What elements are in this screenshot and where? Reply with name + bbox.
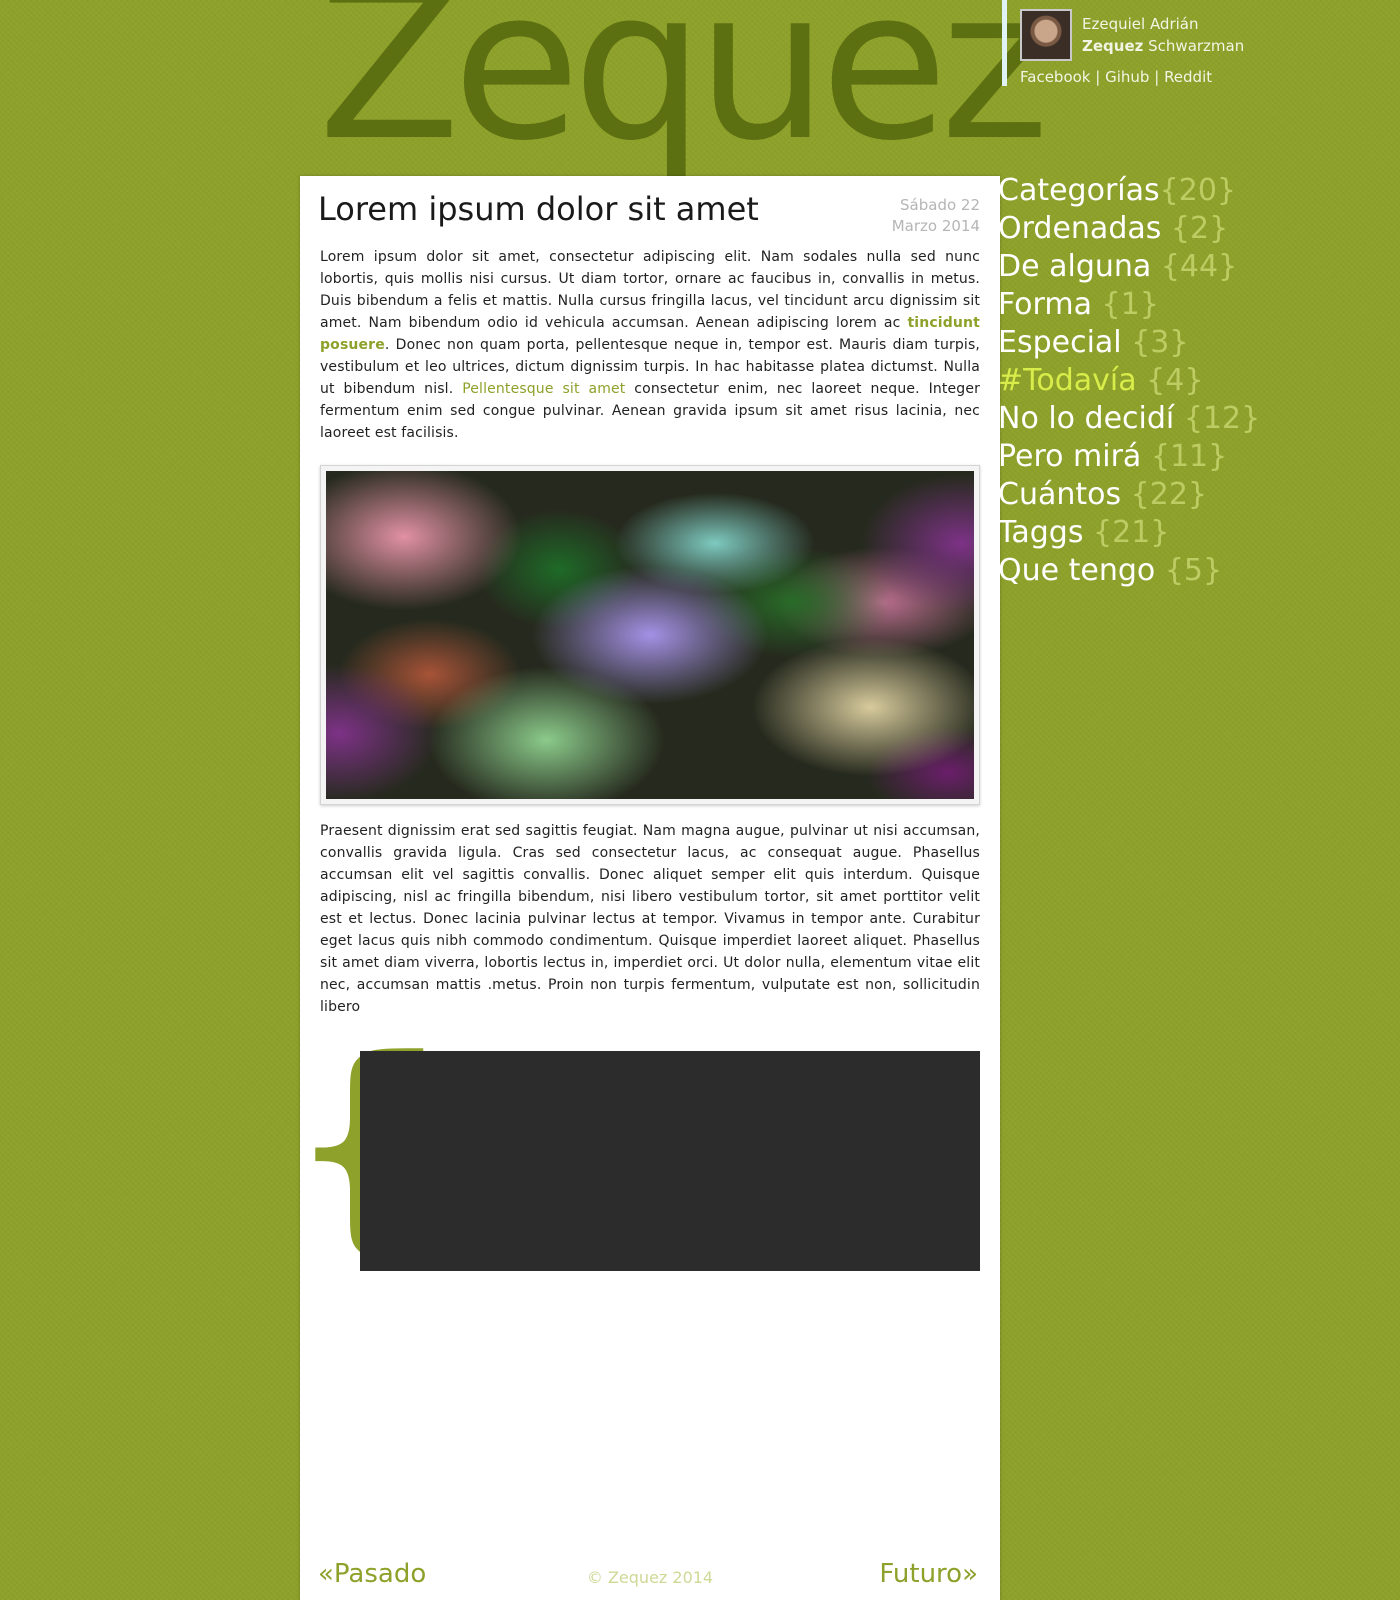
category-list: Categorías{20} Ordenadas {2} De alguna {… <box>998 172 1260 590</box>
inline-link[interactable]: Pellentesque sit amet <box>462 381 625 397</box>
category-item[interactable]: Que tengo {5} <box>998 552 1260 590</box>
category-label: Ordenadas <box>998 211 1162 246</box>
post-title[interactable]: Lorem ipsum dolor sit amet <box>318 190 759 228</box>
category-item[interactable]: Taggs {21} <box>998 514 1260 552</box>
category-item[interactable]: Categorías{20} <box>998 172 1260 210</box>
category-count: {21} <box>1093 515 1170 550</box>
profile-card: Ezequiel Adrián Zequez Schwarzman Facebo… <box>1002 0 1282 86</box>
profile-full-nick: Zequez Schwarzman <box>1082 35 1244 57</box>
profile-name: Ezequiel Adrián Zequez Schwarzman <box>1082 13 1244 57</box>
category-item-active[interactable]: #Todavía {4} <box>998 362 1260 400</box>
category-item[interactable]: Especial {3} <box>998 324 1260 362</box>
avatar[interactable] <box>1020 9 1072 61</box>
paragraph-text: Lorem ipsum dolor sit amet, consectetur … <box>320 249 980 331</box>
site-logo[interactable]: Zequez <box>318 0 1049 170</box>
category-item[interactable]: Forma {1} <box>998 286 1260 324</box>
post-date: Sábado 22 Marzo 2014 <box>892 195 980 237</box>
reddit-link[interactable]: Reddit <box>1164 68 1212 86</box>
category-count: {20} <box>1159 173 1236 208</box>
category-label: Taggs <box>998 515 1084 550</box>
category-label: Que tengo <box>998 553 1156 588</box>
category-count: {3} <box>1131 325 1189 360</box>
category-item[interactable]: Cuántos {22} <box>998 476 1260 514</box>
category-label: Categorías <box>998 173 1160 208</box>
category-label: #Todavía <box>998 363 1137 398</box>
facebook-link[interactable]: Facebook <box>1020 68 1090 86</box>
profile-surname: Schwarzman <box>1148 37 1245 55</box>
category-label: De alguna <box>998 249 1152 284</box>
category-count: {4} <box>1146 363 1204 398</box>
post-date-day: Sábado 22 <box>900 196 980 214</box>
link-separator: | <box>1095 68 1101 86</box>
post-image <box>326 471 974 799</box>
code-block <box>360 1051 980 1271</box>
category-item[interactable]: De alguna {44} <box>998 248 1260 286</box>
post-card: Lorem ipsum dolor sit amet Sábado 22 Mar… <box>296 176 1000 1600</box>
post-image-frame <box>320 465 980 805</box>
category-label: Pero mirá <box>998 439 1142 474</box>
next-page-link[interactable]: Futuro» <box>879 1559 978 1589</box>
category-label: Especial <box>998 325 1122 360</box>
category-count: {44} <box>1160 249 1238 284</box>
post-paragraph-2: Praesent dignissim erat sed sagittis feu… <box>320 823 980 1015</box>
category-count: {2} <box>1170 211 1229 246</box>
post-date-month: Marzo 2014 <box>891 217 980 235</box>
social-links: Facebook | Gihub | Reddit <box>1020 68 1212 86</box>
category-item[interactable]: No lo decidí {12} <box>998 400 1260 438</box>
link-separator: | <box>1154 68 1160 86</box>
github-link[interactable]: Gihub <box>1105 68 1149 86</box>
category-label: Cuántos <box>998 477 1122 512</box>
category-label: No lo decidí <box>998 401 1175 436</box>
category-count: {11} <box>1150 439 1228 474</box>
category-count: {12} <box>1183 401 1261 436</box>
profile-accent-bar <box>1002 0 1007 86</box>
profile-first-names: Ezequiel Adrián <box>1082 15 1199 33</box>
category-item[interactable]: Pero mirá {11} <box>998 438 1260 476</box>
category-item[interactable]: Ordenadas {2} <box>998 210 1260 248</box>
category-count: {1} <box>1101 287 1159 322</box>
category-count: {5} <box>1164 553 1223 588</box>
category-count: {22} <box>1130 477 1208 512</box>
category-label: Forma <box>998 287 1092 322</box>
profile-nick: Zequez <box>1082 37 1144 55</box>
post-paragraph-1: Lorem ipsum dolor sit amet, consectetur … <box>320 246 980 444</box>
